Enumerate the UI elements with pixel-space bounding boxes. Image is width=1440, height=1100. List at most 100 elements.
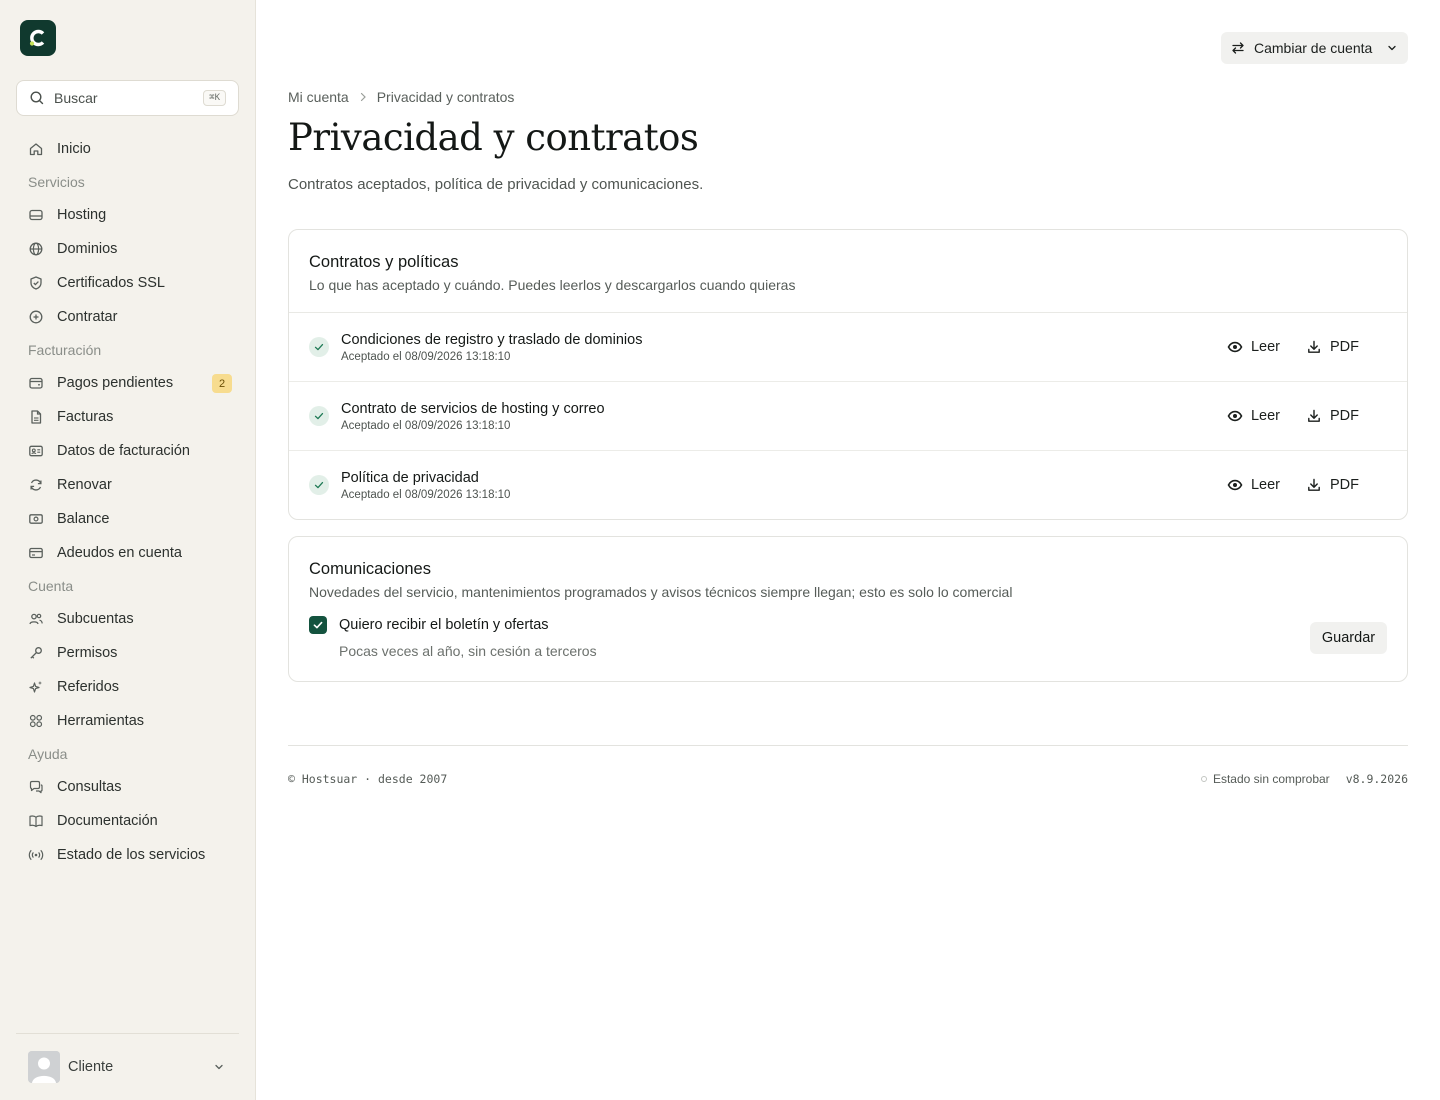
card-description: Lo que has aceptado y cuándo. Puedes lee… — [309, 277, 796, 293]
logo-icon — [29, 29, 45, 47]
contract-accepted-date: Aceptado el 08/09/2026 13:18:10 — [341, 488, 511, 501]
switch-account-label: Cambiar de cuenta — [1254, 40, 1373, 56]
section-help: Ayuda — [28, 746, 68, 762]
switch-account-button[interactable]: Cambiar de cuenta — [1221, 32, 1408, 64]
sparkles-icon — [28, 679, 44, 695]
chat-icon — [28, 779, 44, 795]
sidebar-item-label: Adeudos en cuenta — [57, 545, 182, 561]
card-title: Comunicaciones — [309, 560, 431, 578]
eye-icon — [1227, 477, 1243, 493]
check-icon — [309, 475, 329, 495]
sidebar-item-ssl[interactable]: Certificados SSL — [16, 266, 239, 300]
wallet-icon — [28, 375, 44, 391]
brand-logo[interactable] — [20, 20, 56, 56]
pdf-label: PDF — [1330, 408, 1359, 424]
page-subtitle: Contratos aceptados, política de privaci… — [288, 176, 704, 193]
sidebar-item-pending-payments[interactable]: Pagos pendientes 2 — [16, 366, 239, 400]
avatar — [28, 1051, 60, 1083]
download-icon — [1306, 408, 1322, 424]
sidebar-item-queries[interactable]: Consultas — [16, 770, 239, 804]
sidebar-item-documentation[interactable]: Documentación — [16, 804, 239, 838]
pdf-label: PDF — [1330, 339, 1359, 355]
sidebar-item-label: Renovar — [57, 477, 112, 493]
check-icon — [309, 406, 329, 426]
pdf-download-button[interactable]: PDF — [1298, 470, 1367, 500]
checkmark-icon — [313, 621, 323, 629]
search-input[interactable]: Buscar ⌘K — [16, 80, 239, 116]
grid-icon — [28, 713, 44, 729]
sidebar-item-label: Consultas — [57, 779, 122, 795]
sidebar-item-label: Hosting — [57, 207, 107, 223]
sidebar-item-label: Facturas — [57, 409, 114, 425]
read-button[interactable]: Leer — [1219, 470, 1288, 500]
read-label: Leer — [1250, 339, 1280, 355]
sidebar-item-hosting[interactable]: Hosting — [16, 198, 239, 232]
service-status-text[interactable]: Estado sin comprobar — [1213, 772, 1330, 786]
sidebar-item-referrals[interactable]: Referidos — [16, 670, 239, 704]
sidebar-item-label: Subcuentas — [57, 611, 134, 627]
sidebar-item-home[interactable]: Inicio — [16, 132, 239, 166]
chevron-right-icon — [349, 92, 377, 102]
sidebar-item-label: Referidos — [57, 679, 120, 695]
plus-circle-icon — [28, 309, 44, 325]
contract-row: Política de privacidad Aceptado el 08/09… — [289, 451, 1407, 519]
server-icon — [28, 207, 44, 223]
newsletter-option[interactable]: Quiero recibir el boletín y ofertas — [309, 616, 549, 634]
sidebar-item-label: Datos de facturación — [57, 443, 190, 459]
card-description: Novedades del servicio, mantenimientos p… — [309, 584, 1013, 600]
check-icon — [309, 337, 329, 357]
breadcrumb-my-account[interactable]: Mi cuenta — [288, 89, 349, 105]
chevron-down-icon — [211, 1059, 227, 1075]
section-services: Servicios — [28, 174, 85, 190]
contract-accepted-date: Aceptado el 08/09/2026 13:18:10 — [341, 419, 511, 432]
globe-icon — [28, 241, 44, 257]
contract-title: Contrato de servicios de hosting y corre… — [341, 400, 605, 417]
pdf-download-button[interactable]: PDF — [1298, 401, 1367, 431]
contract-title: Política de privacidad — [341, 469, 479, 486]
users-icon — [28, 611, 44, 627]
read-label: Leer — [1250, 408, 1280, 424]
pdf-download-button[interactable]: PDF — [1298, 332, 1367, 362]
section-account: Cuenta — [28, 578, 74, 594]
sidebar-item-label: Estado de los servicios — [57, 847, 206, 863]
sidebar-item-balance[interactable]: Balance — [16, 502, 239, 536]
refresh-icon — [28, 477, 44, 493]
sidebar-item-invoices[interactable]: Facturas — [16, 400, 239, 434]
read-label: Leer — [1250, 477, 1280, 493]
newsletter-hint: Pocas veces al año, sin cesión a tercero… — [339, 643, 597, 659]
sidebar-item-direct-debits[interactable]: Adeudos en cuenta — [16, 536, 239, 570]
contracts-card: Contratos y políticas Lo que has aceptad… — [288, 229, 1408, 520]
communications-card: Comunicaciones Novedades del servicio, m… — [288, 536, 1408, 682]
book-icon — [28, 813, 44, 829]
sidebar-item-contract[interactable]: Contratar — [16, 300, 239, 334]
user-name: Cliente — [68, 1059, 114, 1075]
sidebar-item-label: Permisos — [57, 645, 118, 661]
search-shortcut: ⌘K — [203, 90, 226, 106]
contract-row: Condiciones de registro y traslado de do… — [289, 313, 1407, 382]
sidebar-item-permissions[interactable]: Permisos — [16, 636, 239, 670]
section-billing: Facturación — [28, 342, 102, 358]
sidebar-item-service-status[interactable]: Estado de los servicios — [16, 838, 239, 872]
sidebar-item-renew[interactable]: Renovar — [16, 468, 239, 502]
download-icon — [1306, 339, 1322, 355]
sidebar-item-tools[interactable]: Herramientas — [16, 704, 239, 738]
pending-count-badge: 2 — [212, 374, 232, 393]
read-button[interactable]: Leer — [1219, 332, 1288, 362]
home-icon — [28, 141, 44, 157]
sidebar-item-subaccounts[interactable]: Subcuentas — [16, 602, 239, 636]
page-title: Privacidad y contratos — [288, 116, 699, 159]
save-button[interactable]: Guardar — [1310, 622, 1387, 654]
newsletter-checkbox[interactable] — [309, 616, 327, 634]
breadcrumb: Mi cuenta Privacidad y contratos — [288, 89, 514, 105]
sidebar-item-domains[interactable]: Dominios — [16, 232, 239, 266]
card-title: Contratos y políticas — [309, 253, 459, 271]
read-button[interactable]: Leer — [1219, 401, 1288, 431]
eye-icon — [1227, 408, 1243, 424]
file-icon — [28, 409, 44, 425]
eye-icon — [1227, 339, 1243, 355]
contract-row: Contrato de servicios de hosting y corre… — [289, 382, 1407, 451]
user-menu[interactable]: Cliente — [16, 1033, 239, 1100]
sidebar-item-billing-data[interactable]: Datos de facturación — [16, 434, 239, 468]
pdf-label: PDF — [1330, 477, 1359, 493]
credit-card-icon — [28, 545, 44, 561]
